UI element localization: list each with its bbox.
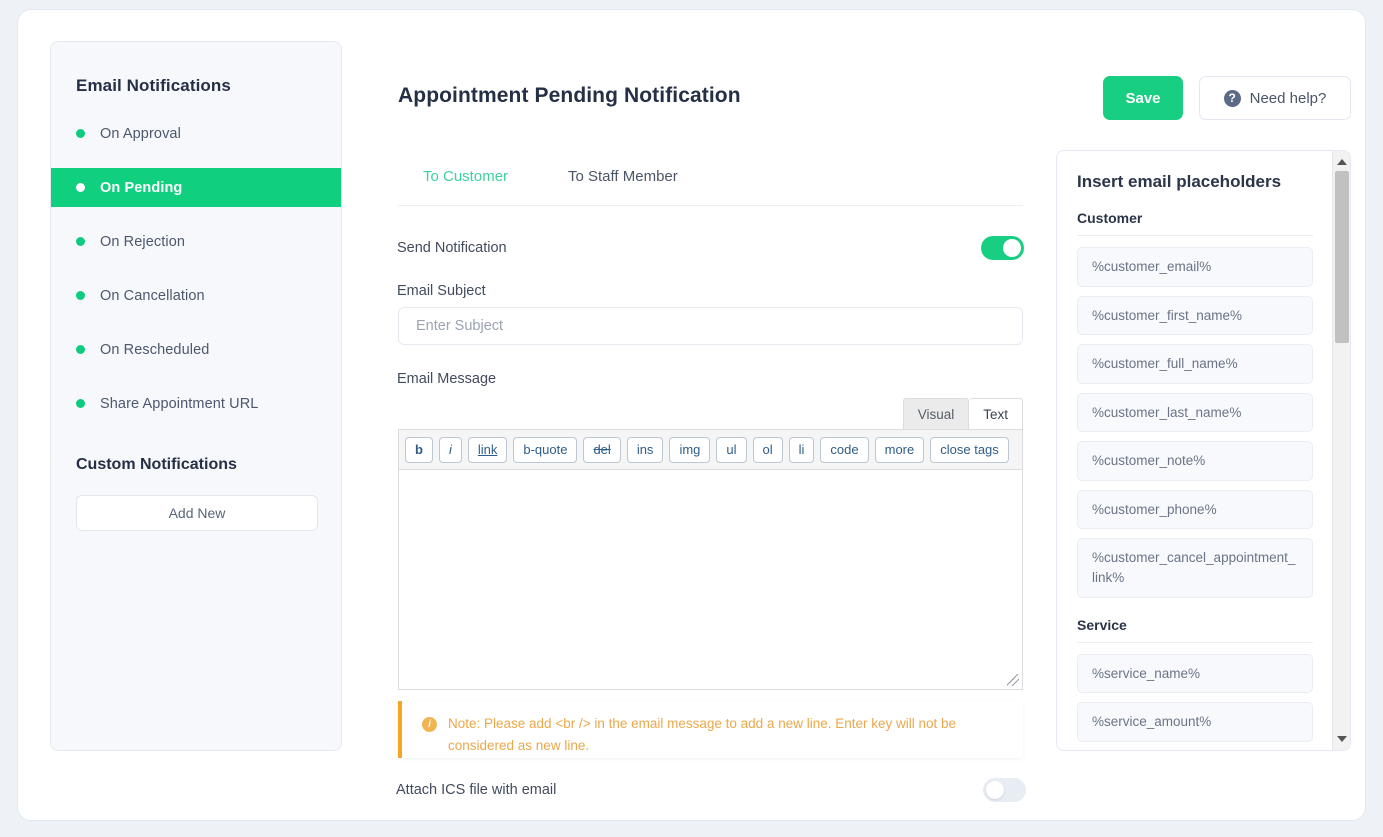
- placeholders-scrollbar[interactable]: [1332, 151, 1350, 750]
- placeholder-item[interactable]: %customer_full_name%: [1077, 344, 1313, 384]
- add-new-button[interactable]: Add New: [76, 495, 318, 531]
- note-text: Note: Please add <br /> in the email mes…: [448, 716, 957, 753]
- sidebar-nav-list: On Approval On Pending On Rejection On Canc…: [51, 114, 341, 438]
- tab-0[interactable]: To Customer: [423, 168, 508, 197]
- editor-mode-tab-1[interactable]: Text: [969, 398, 1023, 429]
- question-circle-icon: ?: [1223, 89, 1241, 107]
- page-title: Appointment Pending Notification: [398, 84, 741, 107]
- status-dot-icon: [76, 291, 85, 300]
- note-banner: i Note: Please add <br /> in the email m…: [398, 701, 1023, 758]
- sidebar-item-5[interactable]: Share Appointment URL: [51, 384, 341, 423]
- sidebar-item-1[interactable]: On Pending: [51, 168, 341, 207]
- sidebar-item-label: On Pending: [100, 179, 183, 196]
- placeholder-item[interactable]: %customer_cancel_appointment_link%: [1077, 538, 1313, 598]
- status-dot-icon: [76, 183, 85, 192]
- sidebar-item-label: On Rescheduled: [100, 341, 210, 358]
- placeholder-item[interactable]: %service_name%: [1077, 653, 1313, 694]
- editor-toolbar-button-3[interactable]: b-quote: [513, 436, 578, 463]
- editor-toolbar-button-1[interactable]: i: [438, 436, 462, 463]
- placeholders-panel: Insert email placeholders Customer %custo…: [1056, 150, 1351, 751]
- editor-toolbar-button-9[interactable]: li: [788, 436, 815, 463]
- sidebar-item-4[interactable]: On Rescheduled: [51, 330, 341, 369]
- placeholder-item[interactable]: %customer_email%: [1077, 247, 1313, 287]
- sidebar-item-label: On Cancellation: [100, 287, 205, 304]
- chevron-down-icon[interactable]: [1333, 730, 1350, 748]
- editor-mode-tab-0[interactable]: Visual: [902, 398, 970, 429]
- editor-toolbar-button-7[interactable]: ul: [716, 436, 747, 463]
- need-help-label: Need help?: [1249, 89, 1327, 107]
- placeholder-group-title-1: Service: [1077, 617, 1313, 643]
- tab-1[interactable]: To Staff Member: [568, 168, 678, 197]
- attach-ics-label: Attach ICS file with email: [396, 782, 557, 798]
- send-notification-label: Send Notification: [397, 240, 507, 256]
- sidebar-item-3[interactable]: On Cancellation: [51, 276, 341, 315]
- status-dot-icon: [76, 129, 85, 138]
- toggle-knob: [1003, 239, 1021, 257]
- editor-box: b i link b-quote del ins img ul ol li code more clos…: [398, 429, 1023, 690]
- editor-mode-tabs: Visual Text: [902, 398, 1023, 429]
- custom-notifications-title: Custom Notifications: [76, 456, 237, 473]
- editor-toolbar-button-2[interactable]: link: [467, 436, 508, 463]
- placeholder-item[interactable]: %customer_phone%: [1077, 489, 1313, 530]
- sidebar-item-0[interactable]: On Approval: [51, 114, 341, 153]
- status-dot-icon: [76, 345, 85, 354]
- recipient-tabs: To Customer To Staff Member: [398, 168, 1023, 206]
- toggle-knob: [986, 781, 1004, 799]
- placeholder-group-title-0: Customer: [1077, 210, 1313, 236]
- editor-toolbar-button-4[interactable]: del: [583, 436, 621, 463]
- sidebar-item-label: Share Appointment URL: [100, 395, 259, 412]
- need-help-button[interactable]: ? Need help?: [1199, 76, 1351, 120]
- email-subject-input[interactable]: [398, 307, 1023, 345]
- placeholder-item[interactable]: %customer_note%: [1077, 441, 1313, 481]
- editor-toolbar-button-8[interactable]: ol: [752, 436, 783, 463]
- sidebar-item-2[interactable]: On Rejection: [51, 222, 341, 261]
- email-subject-label: Email Subject: [397, 283, 486, 299]
- sidebar-item-label: On Rejection: [100, 233, 186, 250]
- status-dot-icon: [76, 237, 85, 246]
- status-dot-icon: [76, 399, 85, 408]
- send-notification-toggle[interactable]: [981, 236, 1024, 260]
- editor-toolbar-button-12[interactable]: close tags: [930, 436, 1009, 463]
- info-circle-icon: i: [422, 717, 437, 732]
- editor-toolbar-button-10[interactable]: code: [820, 436, 869, 463]
- app-window: Email Notifications On Approval On Pendin…: [17, 9, 1366, 821]
- placeholder-item[interactable]: %service_amount%: [1077, 702, 1313, 742]
- sidebar-item-label: On Approval: [100, 125, 181, 142]
- editor-toolbar-button-5[interactable]: ins: [626, 436, 664, 463]
- sidebar-title: Email Notifications: [76, 76, 231, 95]
- placeholder-item[interactable]: %customer_last_name%: [1077, 392, 1313, 433]
- email-message-textarea[interactable]: [399, 470, 1022, 689]
- editor-toolbar-button-11[interactable]: more: [874, 436, 925, 463]
- editor-toolbar-button-0[interactable]: b: [405, 436, 433, 463]
- scrollbar-thumb[interactable]: [1335, 171, 1349, 343]
- chevron-up-icon[interactable]: [1333, 153, 1350, 171]
- placeholders-list: Insert email placeholders Customer %custo…: [1057, 151, 1333, 750]
- sidebar: Email Notifications On Approval On Pendin…: [50, 41, 342, 751]
- editor-toolbar-button-6[interactable]: img: [669, 436, 711, 463]
- email-message-label: Email Message: [397, 371, 497, 387]
- email-message-editor: Visual Text b i link b-quote del ins img ul ol li c…: [398, 398, 1023, 690]
- save-button[interactable]: Save: [1103, 76, 1183, 120]
- editor-toolbar: b i link b-quote del ins img ul ol li code more clos…: [399, 430, 1022, 470]
- attach-ics-toggle[interactable]: [983, 778, 1026, 802]
- placeholder-item[interactable]: %customer_first_name%: [1077, 295, 1313, 336]
- placeholders-title: Insert email placeholders: [1077, 172, 1282, 191]
